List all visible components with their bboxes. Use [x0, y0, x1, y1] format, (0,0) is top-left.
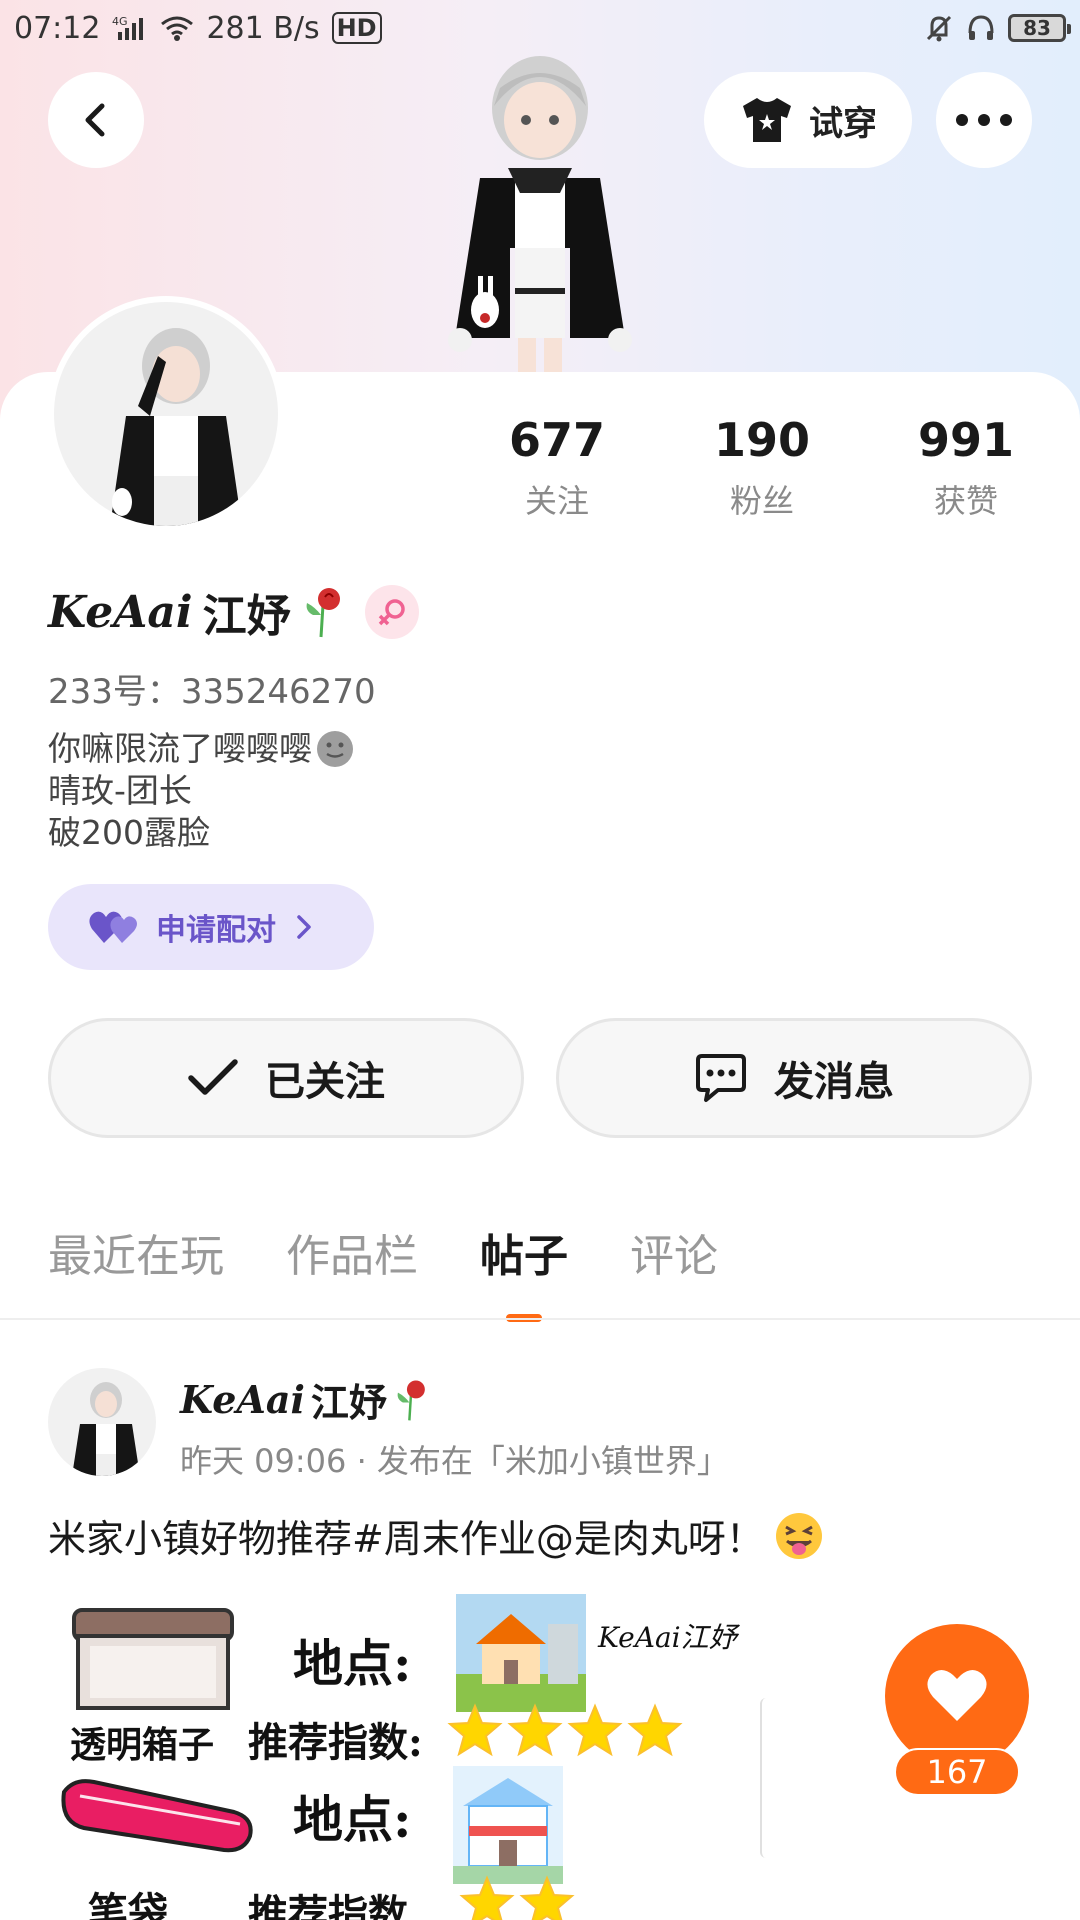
try-on-label: 试穿: [809, 103, 877, 144]
chat-bubble-icon: [696, 1054, 746, 1102]
image-watermark: KeAai江妤: [598, 1621, 737, 1654]
following-stat[interactable]: 677 关注: [467, 410, 647, 522]
post-author-avatar[interactable]: [48, 1368, 156, 1476]
try-on-button[interactable]: 试穿: [704, 72, 912, 168]
row2-rating-label: 推荐指数: [248, 1891, 408, 1920]
network-type: 4G: [112, 15, 128, 28]
fans-stat[interactable]: 190 粉丝: [672, 410, 852, 522]
pencil-case-illustration: [61, 1779, 253, 1853]
tab-works[interactable]: 作品栏: [286, 1220, 418, 1300]
nickname-row: KeAai 江妤: [48, 580, 419, 644]
double-heart-icon: [89, 911, 137, 943]
row1-location-label: 地点:: [293, 1634, 412, 1693]
town-house-thumbnail: [456, 1594, 586, 1712]
fans-label: 粉丝: [729, 482, 794, 520]
bio: 你嘛限流了嘤嘤嘤 晴玫-团长 破200露脸: [48, 728, 354, 854]
row2-location-label: 地点:: [293, 1790, 412, 1849]
like-button[interactable]: [885, 1624, 1029, 1768]
tab-recently-played[interactable]: 最近在玩: [48, 1220, 224, 1300]
tab-posts[interactable]: 帖子: [480, 1220, 568, 1300]
row1-item-name: 透明箱子: [70, 1724, 215, 1766]
following-label: 关注: [524, 482, 589, 520]
status-time: 07:12: [14, 10, 101, 46]
bio-line-2: 晴玫-团长: [48, 771, 192, 810]
headphones-icon: [966, 13, 996, 43]
post-author-name[interactable]: KeAai 江妤: [180, 1372, 429, 1427]
checkmark-icon: [188, 1059, 238, 1095]
request-pair-button[interactable]: 申请配对: [48, 884, 374, 970]
more-options-button[interactable]: [936, 72, 1032, 168]
tabs-divider: [0, 1318, 1080, 1320]
send-message-label: 发消息: [774, 1059, 894, 1105]
likes-label: 获赞: [933, 482, 998, 520]
post-text-content: 米家小镇好物推荐#周末作业@是肉丸呀！: [48, 1517, 764, 1561]
post-text[interactable]: 米家小镇好物推荐#周末作业@是肉丸呀！: [48, 1508, 824, 1563]
nickname-script: KeAai: [48, 586, 193, 638]
profile-stats: 677 关注 190 粉丝 991 获赞: [0, 410, 1080, 530]
chevron-right-icon: [297, 915, 311, 939]
rose-icon: [397, 1379, 425, 1420]
bio-line-3: 破200露脸: [48, 813, 210, 852]
send-message-button[interactable]: 发消息: [556, 1018, 1032, 1138]
cellular-signal-icon: 4G: [112, 14, 148, 42]
followed-label: 已关注: [265, 1059, 385, 1105]
tongue-out-emoji-icon: [775, 1512, 822, 1559]
status-bar: 07:12 4G 281 B/s HD 83: [0, 0, 1080, 56]
rating-stars-row2: [459, 1875, 575, 1920]
like-count: 167: [894, 1748, 1020, 1796]
likes-count: 991: [917, 413, 1015, 467]
rating-stars-row1: [447, 1703, 683, 1757]
back-button[interactable]: [48, 72, 144, 168]
following-count: 677: [508, 413, 606, 467]
more-dots-icon: [956, 114, 1012, 126]
post-author-script: KeAai: [180, 1377, 305, 1422]
hd-icon: HD: [331, 12, 382, 44]
profile-tabs: 最近在玩 作品栏 帖子 评论: [48, 1220, 718, 1300]
hero-avatar-character: [448, 56, 632, 378]
likes-stat[interactable]: 991 获赞: [876, 410, 1056, 522]
fans-count: 190: [713, 413, 811, 467]
battery-indicator: 83: [1008, 14, 1071, 42]
nickname: 江妤: [202, 591, 291, 642]
row1-rating-label: 推荐指数:: [248, 1719, 423, 1766]
shop-thumbnail: [453, 1766, 563, 1884]
rose-icon: [306, 588, 340, 638]
avatar-character-image: [72, 1382, 140, 1476]
transparent-box-illustration: [72, 1608, 234, 1710]
chevron-left-icon: [85, 103, 105, 137]
post-image[interactable]: 地点: KeAai江妤 透明箱子 推荐指数: 地点: 笔袋 推荐指数: [48, 1594, 768, 1920]
tab-comments[interactable]: 评论: [630, 1220, 718, 1300]
network-speed: 281 B/s: [206, 10, 320, 46]
followed-button[interactable]: 已关注: [48, 1018, 524, 1138]
heart-icon: [927, 1670, 987, 1721]
bell-muted-icon: [924, 13, 954, 43]
image-divider: [760, 1698, 768, 1858]
request-pair-label: 申请配对: [156, 913, 276, 948]
row2-item-name: 笔袋: [88, 1889, 168, 1920]
female-symbol-icon: [378, 599, 405, 626]
post-author: 江妤: [310, 1381, 387, 1425]
female-gender-badge: [364, 585, 419, 639]
bio-line-1: 你嘛限流了嘤嘤嘤: [48, 729, 312, 768]
neutral-face-emoji-icon: [317, 731, 353, 767]
wifi-icon: [160, 14, 194, 42]
user-id: 233号：335246270: [48, 672, 376, 712]
post-meta[interactable]: 昨天 09:06 · 发布在「米加小镇世界」: [180, 1436, 729, 1482]
tshirt-icon: [743, 98, 791, 142]
